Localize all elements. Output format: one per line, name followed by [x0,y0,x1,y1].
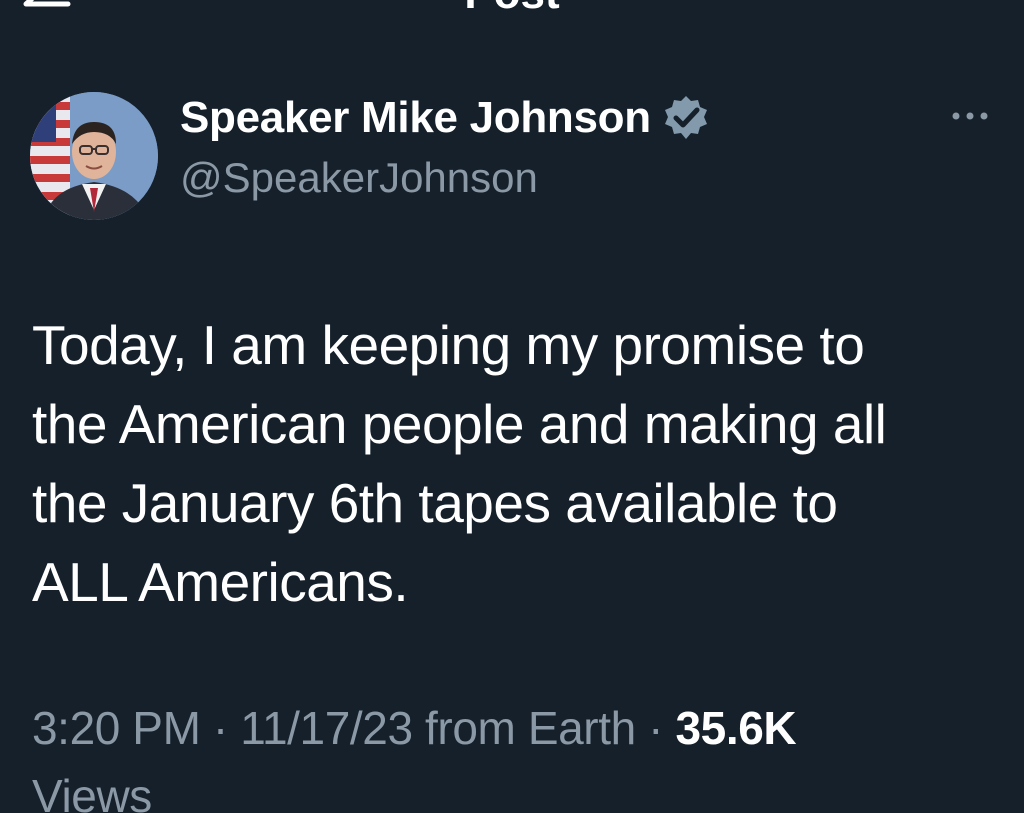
author-handle[interactable]: @SpeakerJohnson [180,154,538,202]
meta-separator: · [635,702,676,754]
page-title: Post [0,0,1024,16]
verified-badge-icon[interactable] [661,93,711,143]
display-name-row[interactable]: Speaker Mike Johnson [180,88,711,148]
top-bar: Post [0,0,1024,30]
post-text-line: the American people and making all [32,393,887,455]
views-count[interactable]: 35.6K [675,702,796,754]
display-name[interactable]: Speaker Mike Johnson [180,93,651,143]
meta-separator: · [200,702,241,754]
views-label[interactable]: Views [32,770,152,813]
post-date[interactable]: 11/17/23 [240,702,413,754]
post-meta: 3:20 PM · 11/17/23 from Earth · 35.6K Vi… [32,694,992,813]
post-source: from Earth [412,702,636,754]
post-time[interactable]: 3:20 PM [32,702,201,754]
more-options-icon[interactable] [948,104,992,128]
post-text-line: the January 6th tapes available to [32,472,838,534]
post-text: Today, I am keeping my promise to the Am… [32,306,1002,622]
avatar[interactable] [30,92,158,220]
post-text-line: ALL Americans. [32,551,409,613]
post-text-line: Today, I am keeping my promise to [32,314,865,376]
